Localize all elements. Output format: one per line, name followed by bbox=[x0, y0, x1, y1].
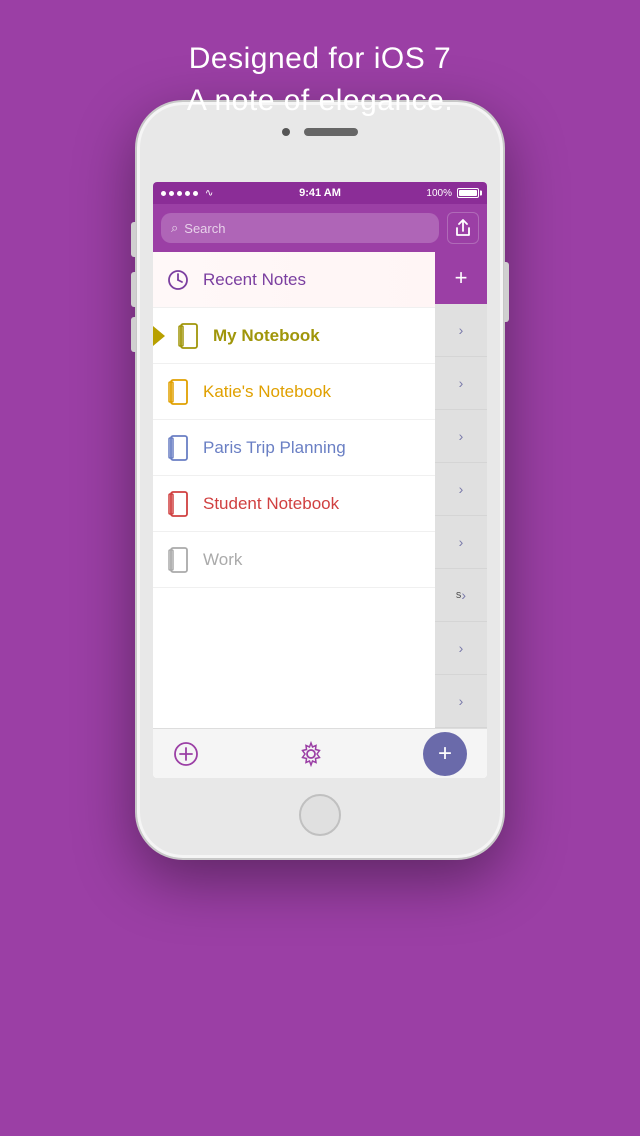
chevron-icon-2: › bbox=[459, 375, 464, 391]
add-circle-icon bbox=[173, 741, 199, 767]
signal-dot-5 bbox=[193, 191, 198, 196]
notebook-item-my-notebook[interactable]: My Notebook bbox=[153, 308, 435, 364]
chevron-item-8[interactable]: › bbox=[435, 675, 487, 728]
right-panel-add-button[interactable]: + bbox=[435, 252, 487, 304]
chevron-item-5[interactable]: › bbox=[435, 516, 487, 569]
search-bar[interactable]: ⌕ Search bbox=[161, 213, 439, 243]
phone-screen: ∿ 9:41 AM 100% ⌕ Search bbox=[153, 182, 487, 778]
chevron-item-7[interactable]: › bbox=[435, 622, 487, 675]
settings-icon bbox=[298, 741, 324, 767]
share-button[interactable] bbox=[447, 212, 479, 244]
speaker-icon bbox=[304, 128, 358, 136]
chevron-item-1[interactable]: › bbox=[435, 304, 487, 357]
add-circle-button[interactable] bbox=[173, 741, 199, 767]
chevron-icon-1: › bbox=[459, 322, 464, 338]
signal-dot-3 bbox=[177, 191, 182, 196]
content-area: Recent Notes My Notebook bbox=[153, 252, 487, 728]
notebook-item-recent[interactable]: Recent Notes bbox=[153, 252, 435, 308]
notebook-item-student[interactable]: Student Notebook bbox=[153, 476, 435, 532]
fab-button[interactable]: + bbox=[423, 732, 467, 776]
battery-icon bbox=[457, 188, 479, 198]
chevron-icon-7: › bbox=[459, 640, 464, 656]
app-header: ⌕ Search bbox=[153, 204, 487, 252]
chevron-item-4[interactable]: › bbox=[435, 463, 487, 516]
signal-area: ∿ bbox=[161, 188, 213, 199]
battery-area: 100% bbox=[426, 188, 479, 199]
plus-icon: + bbox=[455, 265, 468, 291]
tagline-line1: Designed for iOS 7 bbox=[187, 38, 453, 80]
battery-fill bbox=[459, 190, 477, 196]
notebook-item-katies[interactable]: Katie's Notebook bbox=[153, 364, 435, 420]
phone-shell: ∿ 9:41 AM 100% ⌕ Search bbox=[135, 100, 505, 860]
chevron-item-2[interactable]: › bbox=[435, 357, 487, 410]
chevron-icon-s: › bbox=[461, 587, 466, 603]
search-icon: ⌕ bbox=[171, 220, 178, 236]
notebook-item-work[interactable]: Work bbox=[153, 532, 435, 588]
chevron-item-s[interactable]: s› bbox=[435, 569, 487, 622]
work-notebook-label: Work bbox=[203, 550, 242, 570]
signal-dot-4 bbox=[185, 191, 190, 196]
phone-top-bar bbox=[282, 128, 358, 136]
notebook-item-paris[interactable]: Paris Trip Planning bbox=[153, 420, 435, 476]
katies-notebook-icon bbox=[165, 379, 191, 405]
share-icon bbox=[455, 219, 471, 237]
paris-notebook-label: Paris Trip Planning bbox=[203, 438, 346, 458]
signal-dot-2 bbox=[169, 191, 174, 196]
wifi-icon: ∿ bbox=[205, 188, 213, 199]
tagline: Designed for iOS 7 A note of elegance. bbox=[187, 38, 453, 122]
settings-button[interactable] bbox=[298, 741, 324, 767]
camera-icon bbox=[282, 128, 290, 136]
battery-percent: 100% bbox=[426, 188, 452, 199]
student-notebook-label: Student Notebook bbox=[203, 494, 339, 514]
right-panel: + › › › › › s› › › bbox=[435, 252, 487, 728]
home-button[interactable] bbox=[299, 794, 341, 836]
signal-dot-1 bbox=[161, 191, 166, 196]
status-time: 9:41 AM bbox=[299, 187, 341, 199]
work-notebook-icon bbox=[165, 547, 191, 573]
katies-notebook-label: Katie's Notebook bbox=[203, 382, 331, 402]
tagline-line2: A note of elegance. bbox=[187, 80, 453, 122]
my-notebook-label: My Notebook bbox=[213, 326, 320, 346]
chevron-icon-8: › bbox=[459, 693, 464, 709]
chevron-item-3[interactable]: › bbox=[435, 410, 487, 463]
chevron-icon-3: › bbox=[459, 428, 464, 444]
bottom-toolbar: + bbox=[153, 728, 487, 778]
paris-notebook-icon bbox=[165, 435, 191, 461]
recent-icon bbox=[165, 267, 191, 293]
status-bar: ∿ 9:41 AM 100% bbox=[153, 182, 487, 204]
search-placeholder: Search bbox=[184, 221, 225, 236]
my-notebook-icon bbox=[175, 323, 201, 349]
chevron-icon-4: › bbox=[459, 481, 464, 497]
notebook-list: Recent Notes My Notebook bbox=[153, 252, 435, 728]
chevron-icon-5: › bbox=[459, 534, 464, 550]
recent-notes-label: Recent Notes bbox=[203, 270, 306, 290]
student-notebook-icon bbox=[165, 491, 191, 517]
fab-plus-icon: + bbox=[438, 742, 452, 766]
